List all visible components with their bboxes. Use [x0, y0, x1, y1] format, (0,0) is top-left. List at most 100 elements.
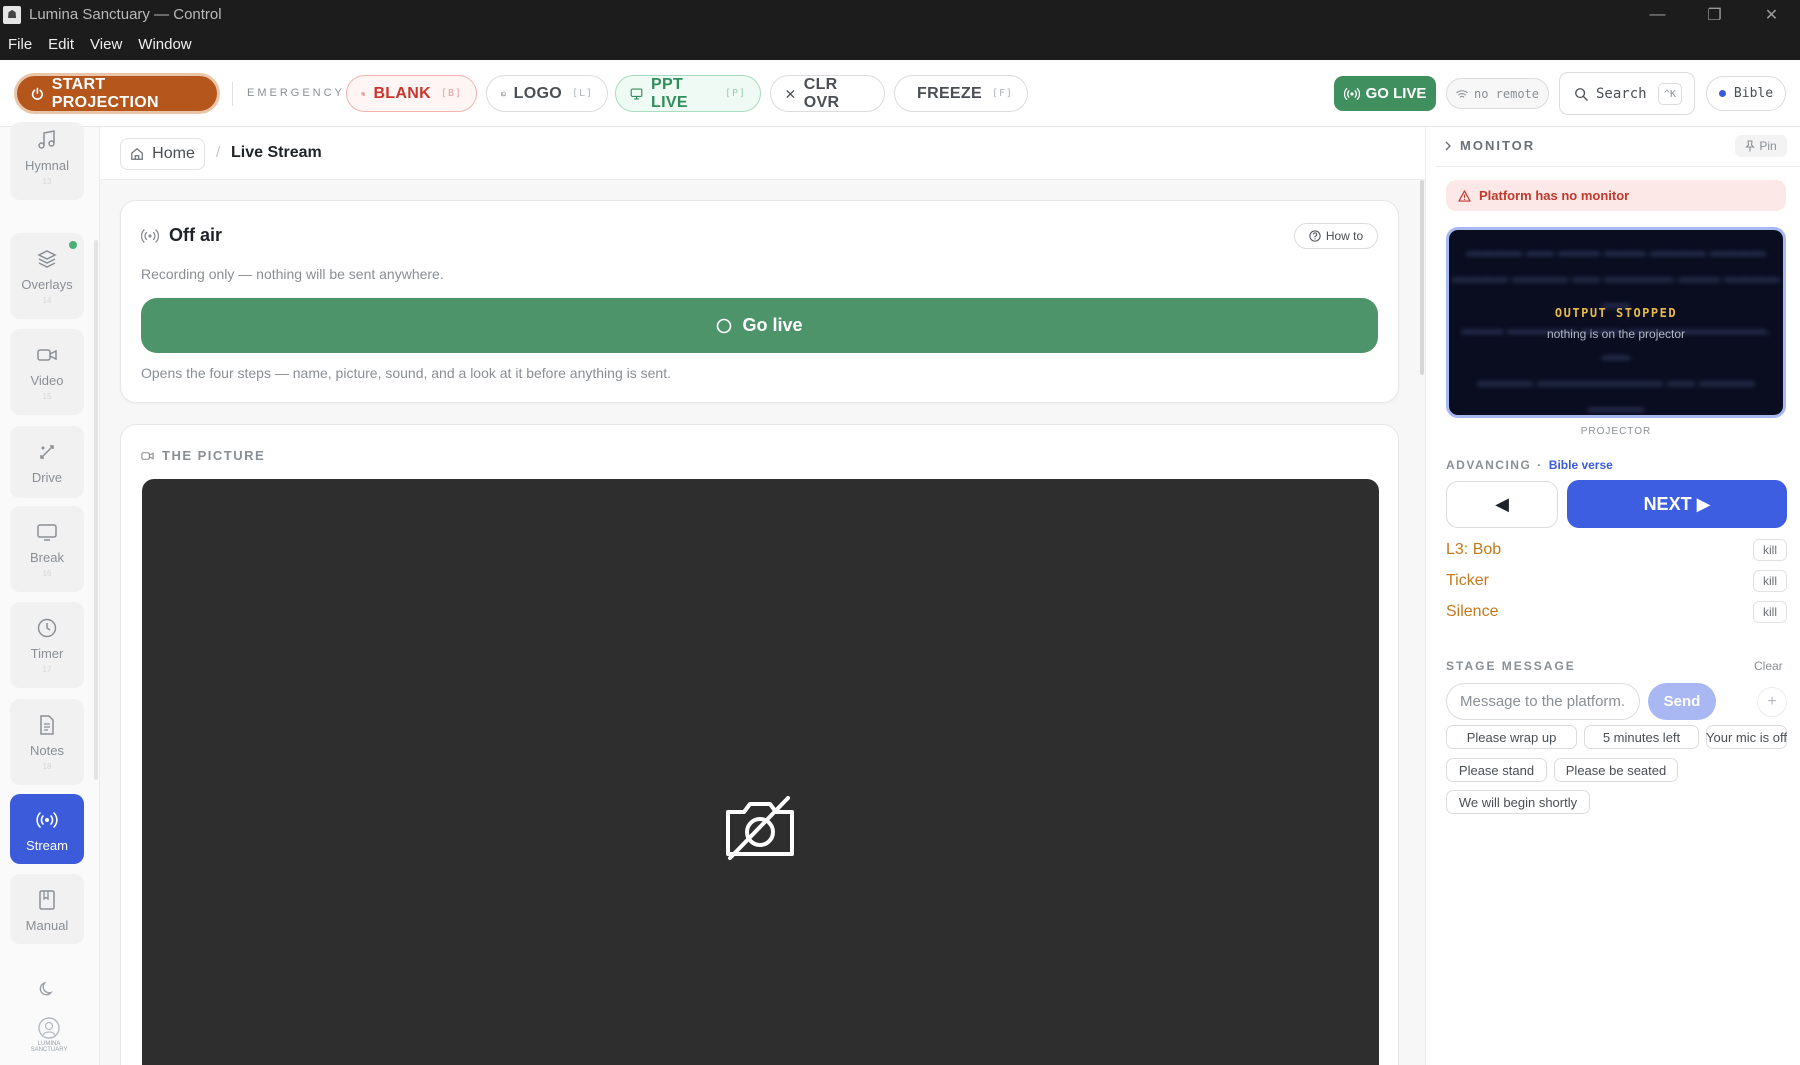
preset-message-chip[interactable]: Please be seated: [1554, 758, 1678, 782]
go-live-description: Opens the four steps — name, picture, so…: [141, 365, 671, 381]
ppt-live-label: PPT LIVE: [651, 75, 688, 111]
broadcast-icon: [1343, 87, 1360, 100]
blank-label: BLANK: [373, 84, 431, 102]
monitor-header[interactable]: MONITOR: [1444, 138, 1535, 153]
kill-overlay-button[interactable]: kill: [1753, 539, 1787, 561]
bible-label: Bible: [1733, 86, 1774, 101]
clear-overlays-label: CLR OVR: [803, 75, 840, 111]
ppt-live-button[interactable]: PPT LIVE [P]: [615, 75, 761, 112]
search-button[interactable]: Search ^K: [1559, 72, 1695, 115]
sidebar-item-drive[interactable]: Drive: [10, 426, 84, 498]
how-to-label: How to: [1325, 229, 1364, 243]
pin-icon: [1745, 140, 1756, 152]
warning-icon: [1458, 189, 1471, 202]
go-live-toolbar-button[interactable]: GO LIVE: [1334, 76, 1436, 111]
sidebar-item-number: 18: [42, 762, 52, 771]
remote-status[interactable]: no remote: [1446, 78, 1549, 109]
previous-button[interactable]: ◀: [1446, 481, 1558, 528]
freeze-shortcut: [F]: [991, 88, 1013, 99]
projector-preview[interactable]: ▬▬▬▬ ▬▬ ▬▬▬ ▬▬▬ ▬▬▬▬ ▬▬▬▬ ▬▬▬▬ ▬▬▬▬ ▬▬ ▬▬…: [1446, 227, 1786, 418]
advancing-label: ADVANCING · Bible verse: [1446, 458, 1613, 472]
monitor-warning-text: Platform has no monitor: [1479, 188, 1630, 203]
output-status-subtitle: nothing is on the projector: [1546, 327, 1686, 341]
sidebar-scrollbar[interactable]: [94, 240, 98, 780]
start-projection-button[interactable]: START PROJECTION: [14, 73, 220, 114]
camera-off-icon: [726, 796, 794, 860]
minimize-button[interactable]: —: [1629, 0, 1686, 29]
stage-message-input[interactable]: [1446, 683, 1640, 720]
menu-file[interactable]: File: [0, 36, 40, 53]
blank-button[interactable]: BLANK [B]: [346, 75, 477, 112]
preset-message-chip[interactable]: 5 minutes left: [1584, 725, 1699, 749]
preset-message-chip[interactable]: Please stand: [1446, 758, 1547, 782]
projector-label: PROJECTOR: [1580, 426, 1652, 437]
sidebar-item-manual[interactable]: Manual: [10, 874, 84, 944]
freeze-button[interactable]: FREEZE [F]: [894, 75, 1028, 112]
page-title: Live Stream: [231, 144, 322, 161]
menu-edit[interactable]: Edit: [40, 36, 82, 53]
preset-message-chip[interactable]: We will begin shortly: [1446, 790, 1590, 814]
preset-message-chip[interactable]: Please wrap up: [1446, 725, 1577, 749]
search-shortcut: ^K: [1658, 83, 1682, 105]
logo-label: LOGO: [513, 84, 562, 102]
picture-title-label: THE PICTURE: [162, 448, 266, 463]
preset-message-chip[interactable]: Your mic is off: [1706, 725, 1787, 749]
kill-overlay-button[interactable]: kill: [1753, 570, 1787, 592]
sidebar-item-label: Drive: [31, 470, 63, 485]
search-label: Search: [1596, 85, 1647, 102]
sidebar-item-label: Video: [30, 373, 64, 388]
monitor-title: MONITOR: [1460, 138, 1536, 153]
pin-button[interactable]: Pin: [1735, 135, 1787, 157]
add-preset-button[interactable]: +: [1757, 687, 1787, 717]
emergency-label: EMERGENCY: [247, 87, 345, 99]
clear-stage-message-button[interactable]: Clear: [1754, 659, 1783, 673]
clock-icon: [36, 616, 58, 640]
video-icon: [141, 451, 154, 460]
monitor-divider: [1436, 166, 1800, 167]
picture-section-title: THE PICTURE: [141, 448, 265, 463]
off-air-header: Off air: [141, 225, 222, 246]
output-status: OUTPUT STOPPED: [1554, 306, 1678, 320]
breadcrumb-home[interactable]: Home: [120, 138, 205, 170]
off-air-card: Off air How to Recording only — nothing …: [120, 200, 1399, 403]
sidebar-item-timer[interactable]: Timer 17: [10, 602, 84, 688]
menu-bar: File Edit View Window: [0, 29, 1800, 60]
go-live-button[interactable]: Go live: [141, 298, 1378, 353]
main-scrollbar[interactable]: [1420, 180, 1424, 375]
menu-view[interactable]: View: [82, 36, 130, 53]
sidebar-item-video[interactable]: Video 15: [10, 329, 84, 415]
blank-shortcut: [B]: [440, 88, 462, 99]
broadcast-icon: [141, 228, 159, 243]
close-button[interactable]: ✕: [1743, 0, 1800, 29]
maximize-button[interactable]: ❐: [1686, 0, 1743, 29]
logo-shortcut: [L]: [571, 88, 593, 99]
send-button[interactable]: Send: [1648, 683, 1716, 720]
sidebar-item-label: Manual: [25, 918, 69, 933]
toolbar-divider: [232, 82, 233, 106]
app-icon: ☗: [3, 5, 21, 24]
sidebar-item-overlays[interactable]: Overlays 14: [10, 233, 84, 319]
how-to-button[interactable]: How to: [1294, 223, 1378, 249]
picture-card: THE PICTURE: [120, 424, 1399, 1065]
broadcast-icon: [36, 808, 58, 832]
sidebar-item-notes[interactable]: Notes 18: [10, 699, 84, 785]
monitor-icon: [630, 88, 643, 99]
menu-window[interactable]: Window: [130, 36, 199, 53]
bible-status-dot: [1718, 90, 1726, 97]
bible-button[interactable]: Bible: [1706, 76, 1786, 111]
sidebar-item-break[interactable]: Break 16: [10, 506, 84, 592]
breadcrumb-separator: /: [216, 144, 221, 161]
sidebar-item-stream[interactable]: Stream: [10, 794, 84, 864]
brand-name: LUMINA SANCTUARY: [30, 1041, 68, 1053]
advancing-title: ADVANCING: [1446, 458, 1532, 472]
next-button[interactable]: NEXT ▶: [1567, 480, 1787, 528]
moon-icon[interactable]: [38, 980, 56, 998]
clear-overlays-button[interactable]: CLR OVR: [770, 75, 885, 112]
logo-button[interactable]: LOGO [L]: [486, 75, 608, 112]
kill-overlay-button[interactable]: kill: [1753, 601, 1787, 623]
start-projection-label: START PROJECTION: [51, 75, 159, 111]
x-icon: [786, 89, 795, 98]
sidebar-item-hymnal[interactable]: Hymnal 13: [10, 122, 84, 200]
picture-preview: [142, 479, 1379, 1065]
pin-label: Pin: [1759, 139, 1777, 153]
